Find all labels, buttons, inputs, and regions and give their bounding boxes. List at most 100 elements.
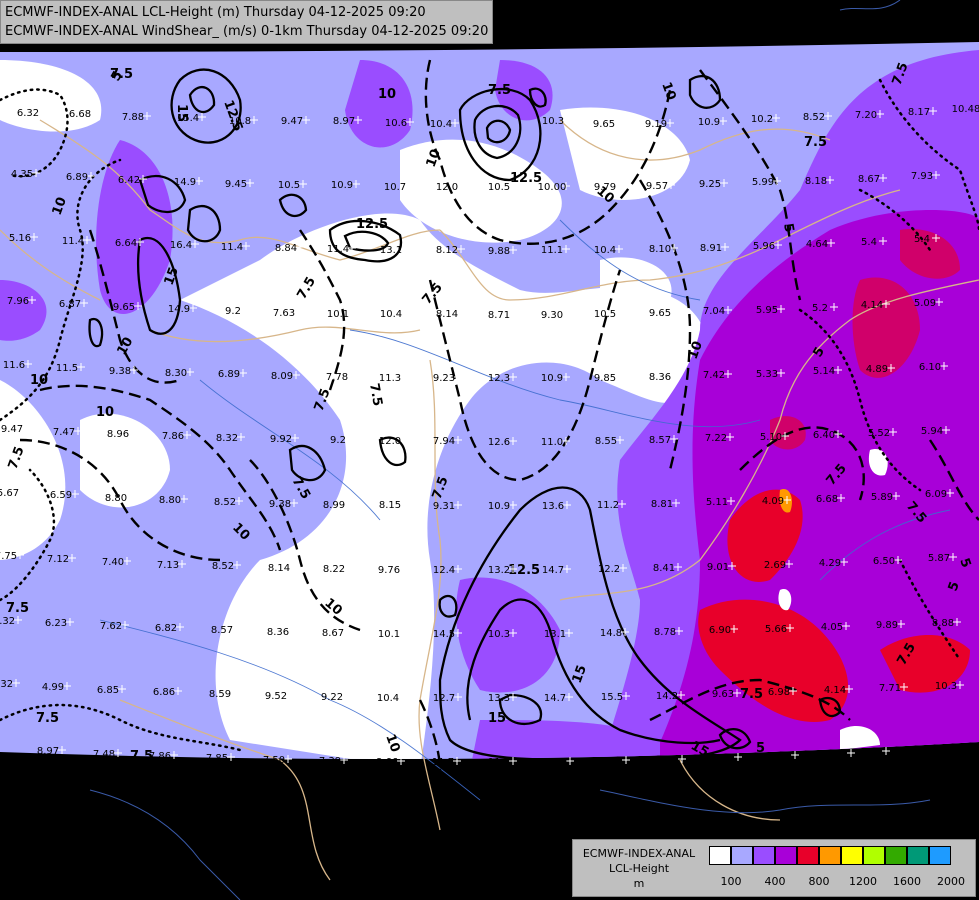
grid-point-value: 9.2 <box>225 306 241 317</box>
grid-point-value: 6.42 <box>118 175 140 186</box>
grid-point-value: 7.22 <box>705 433 727 444</box>
contour-label: 7.5 <box>488 83 511 98</box>
grid-point-value: 9.22 <box>321 692 343 703</box>
grid-point-value: 9.45 <box>225 179 247 190</box>
legend-title-line: LCL-Height <box>608 862 670 875</box>
grid-point-value: 8.12 <box>436 245 458 256</box>
grid-point-value: 12.7 <box>433 693 455 704</box>
grid-point-value: 8.32 <box>216 433 238 444</box>
grid-point-value: 7.63 <box>273 308 295 319</box>
grid-point-value: 5.09 <box>914 298 936 309</box>
grid-point-value: 8.78 <box>654 627 676 638</box>
contour-label: 7.5 <box>804 135 827 150</box>
map-title-lcl: ECMWF-INDEX-ANAL LCL-Height (m) Thursday… <box>5 5 426 20</box>
grid-point-value: 6.98 <box>768 687 790 698</box>
grid-point-value: 8.59 <box>209 689 231 700</box>
grid-point-value: 5.66 <box>765 624 787 635</box>
legend-swatch <box>819 846 841 865</box>
map-title-box: ECMWF-INDEX-ANAL LCL-Height (m) Thursday… <box>0 0 494 44</box>
grid-point-value: 10.3 <box>488 629 510 640</box>
grid-point-value: 6.23 <box>45 618 67 629</box>
grid-point-value: 9.89 <box>876 620 898 631</box>
grid-point-value: 11.3 <box>601 756 623 767</box>
grid-point-value: 10.9 <box>488 501 510 512</box>
grid-point-value: 9.19 <box>645 119 667 130</box>
grid-point-value: 8.36 <box>267 627 289 638</box>
grid-point-value: 8.09 <box>271 371 293 382</box>
grid-point-value: 14.7 <box>542 565 564 576</box>
grid-point-value: 14.5 <box>433 629 455 640</box>
legend-title-line: ECMWF-INDEX-ANAL <box>582 847 696 860</box>
grid-point-value: 9.63 <box>712 689 734 700</box>
grid-point-value: 5.95 <box>756 305 778 316</box>
grid-point-value: 10.48 <box>952 104 979 115</box>
grid-point-value: 8.96 <box>107 429 129 440</box>
grid-point-value: 9.47 <box>1 424 23 435</box>
grid-point-value: 6.10 <box>919 362 941 373</box>
legend-tick: 1200 <box>849 875 877 888</box>
grid-point-value: 10.5 <box>594 309 616 320</box>
grid-point-value: 8.67 <box>858 174 880 185</box>
grid-point-value: 7.47 <box>53 427 75 438</box>
grid-point-value: 11.4 <box>327 244 349 255</box>
grid-point-value: 8.99 <box>323 500 345 511</box>
grid-point-value: 5.2 <box>812 303 828 314</box>
grid-point-value: 9.47 <box>281 116 303 127</box>
contour-label: 5 <box>756 741 765 756</box>
grid-point-value: 9.30 <box>541 310 563 321</box>
grid-point-value: 8.14 <box>713 753 735 764</box>
grid-point-value: 6.85 <box>97 685 119 696</box>
grid-point-value: 5.89 <box>871 492 893 503</box>
grid-point-value: 8.97 <box>37 746 59 757</box>
grid-point-value: 6.82 <box>155 623 177 634</box>
grid-point-value: 4.09 <box>762 496 784 507</box>
contour-label: 12.5 <box>356 217 388 232</box>
grid-point-value: 7.78 <box>326 372 348 383</box>
grid-point-value: 8.17 <box>908 107 930 118</box>
grid-point-value: 8.81 <box>651 499 673 510</box>
grid-point-value: 8.80 <box>105 493 127 504</box>
grid-point-value: 7.39 <box>319 756 341 767</box>
grid-point-value: 5.87 <box>928 553 950 564</box>
legend-tick: 400 <box>764 875 786 888</box>
legend-swatch <box>709 846 731 865</box>
contour-label: 10 <box>30 373 48 388</box>
grid-point-value: 10.9 <box>698 117 720 128</box>
grid-point-value: 7.04 <box>703 306 725 317</box>
grid-point-value: 10.1 <box>327 309 349 320</box>
grid-point-value: 5.33 <box>756 369 778 380</box>
grid-point-value: 6.68 <box>816 494 838 505</box>
grid-point-value: 10.5 <box>278 180 300 191</box>
grid-point-value: 9.65 <box>649 308 671 319</box>
grid-point-value: 7.86 <box>162 431 184 442</box>
grid-point-value: 4.14 <box>824 685 846 696</box>
grid-point-value: 5.94 <box>921 426 943 437</box>
legend-swatch <box>731 846 753 865</box>
legend-swatch <box>797 846 819 865</box>
legend-title-line: m <box>633 877 645 890</box>
grid-point-value: 14.9 <box>174 177 196 188</box>
grid-point-value: 12.2 <box>598 564 620 575</box>
grid-point-value: 16.4 <box>170 240 192 251</box>
grid-point-value: 5.4 <box>861 237 877 248</box>
grid-point-value: 8.91 <box>700 243 722 254</box>
grid-point-value: 13.1 <box>380 245 402 256</box>
grid-point-value: 7.42 <box>703 370 725 381</box>
grid-point-value: 9.88 <box>488 246 510 257</box>
grid-point-value: 8.57 <box>649 435 671 446</box>
grid-point-value: 10.8 <box>229 116 251 127</box>
grid-point-value: 6.40 <box>813 430 835 441</box>
grid-point-value: 7.94 <box>433 436 455 447</box>
grid-point-value: 9.21 <box>826 749 848 760</box>
grid-point-value: 11.7 <box>432 757 454 768</box>
grid-point-value: 7.96 <box>7 296 29 307</box>
legend-swatch <box>841 846 863 865</box>
grid-point-value: 7.93 <box>911 171 933 182</box>
grid-point-value: 11.5 <box>56 363 78 374</box>
grid-point-value: 8.66 <box>376 757 398 768</box>
grid-point-value: 9.65 <box>593 119 615 130</box>
grid-point-value: 9.52 <box>265 691 287 702</box>
grid-point-value: 13.6 <box>542 501 564 512</box>
color-legend: ECMWF-INDEX-ANAL LCL-Height m 100 400 80… <box>572 839 976 897</box>
grid-point-value: 8.36 <box>649 372 671 383</box>
